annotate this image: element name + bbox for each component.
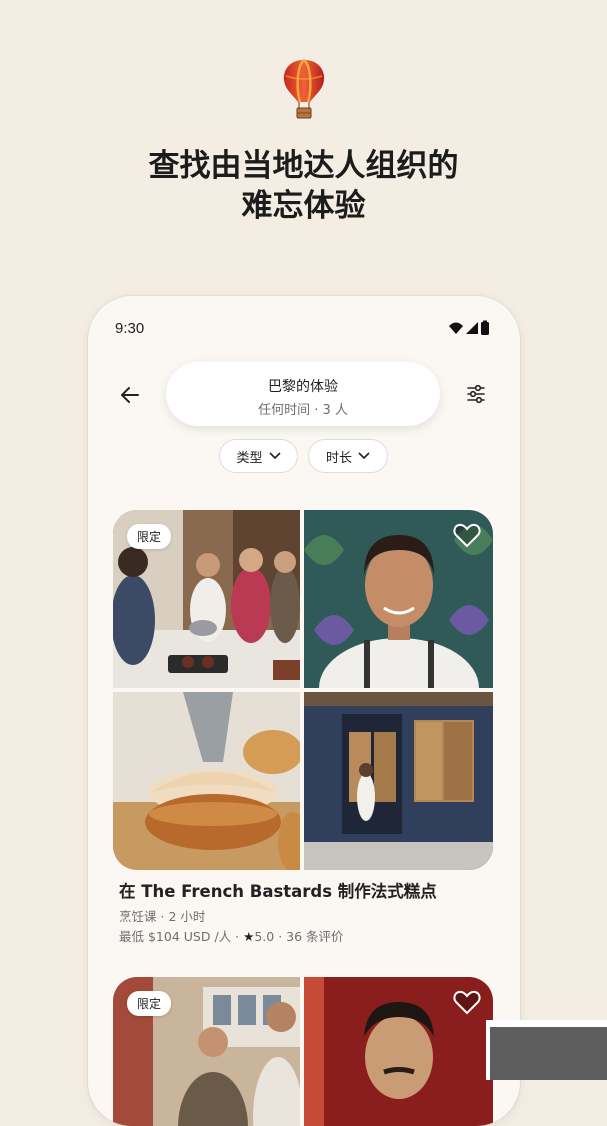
battery-icon [481,322,489,335]
headline-line-1: 查找由当地达人组织的 [148,148,459,184]
search-details: 任何时间 · 3 人 [258,403,348,418]
filter-chip-type-label: 类型 [236,450,263,466]
filter-chip-duration-label: 时长 [325,450,352,466]
hot-air-balloon-icon [283,59,325,119]
signal-icon [466,322,478,334]
separator-dot: · [235,929,244,944]
filter-chip-type[interactable]: 类型 [219,439,298,473]
heart-icon[interactable] [453,522,481,548]
separator-dot: · [278,929,287,944]
photo-shopfront [304,692,493,870]
photo-restaurant-group: 限定 [113,977,300,1126]
search-location: 巴黎的体验 [268,379,338,395]
status-icons [449,320,489,335]
filter-chip-duration[interactable]: 时长 [308,439,388,473]
listing-photo-grid[interactable]: 限定 [113,977,493,1126]
photo-host-portrait [304,510,493,688]
corner-overlay-inner [490,1027,607,1080]
status-time: 9:30 [115,320,145,337]
chevron-down-icon [358,452,370,460]
headline-line-2: 难忘体验 [241,188,366,224]
listing-duration: 2 小时 [168,909,206,924]
star-icon: ★ [243,929,255,944]
listing-card[interactable]: 限定 [113,977,493,1126]
filter-sliders-icon[interactable] [465,383,487,405]
listing-card[interactable]: 限定 [113,510,493,950]
search-bar[interactable]: 巴黎的体验 任何时间 · 3 人 [166,362,440,426]
photo-host-portrait [304,977,493,1126]
listing-category-duration: 烹饪课 · 2 小时 [119,906,205,925]
photo-cooking-class: 限定 [113,510,300,688]
limited-badge: 限定 [127,991,172,1016]
limited-badge: 限定 [127,524,172,549]
wifi-icon [449,322,463,334]
listing-photo-grid[interactable]: 限定 [113,510,493,870]
listing-title: 在 The French Bastards 制作法式糕点 [119,882,437,901]
page-headline: 查找由当地达人组织的 难忘体验 [0,146,607,226]
listing-price-rating: 最低 $104 USD /人 · ★5.0 · 36 条评价 [119,926,344,945]
listing-price: 最低 $104 USD /人 [119,929,232,944]
back-arrow-icon[interactable] [118,383,142,407]
listing-category: 烹饪课 [119,909,157,924]
photo-pastry [113,692,300,870]
listing-reviews: 36 条评价 [286,929,344,944]
chevron-down-icon [268,452,281,460]
heart-icon[interactable] [453,989,481,1015]
listing-rating: 5.0 [254,929,275,944]
phone-mockup: 9:30 巴黎的体验 任何时间 · 3 人 类型 时长 限定 在 The Fre… [88,296,520,1126]
